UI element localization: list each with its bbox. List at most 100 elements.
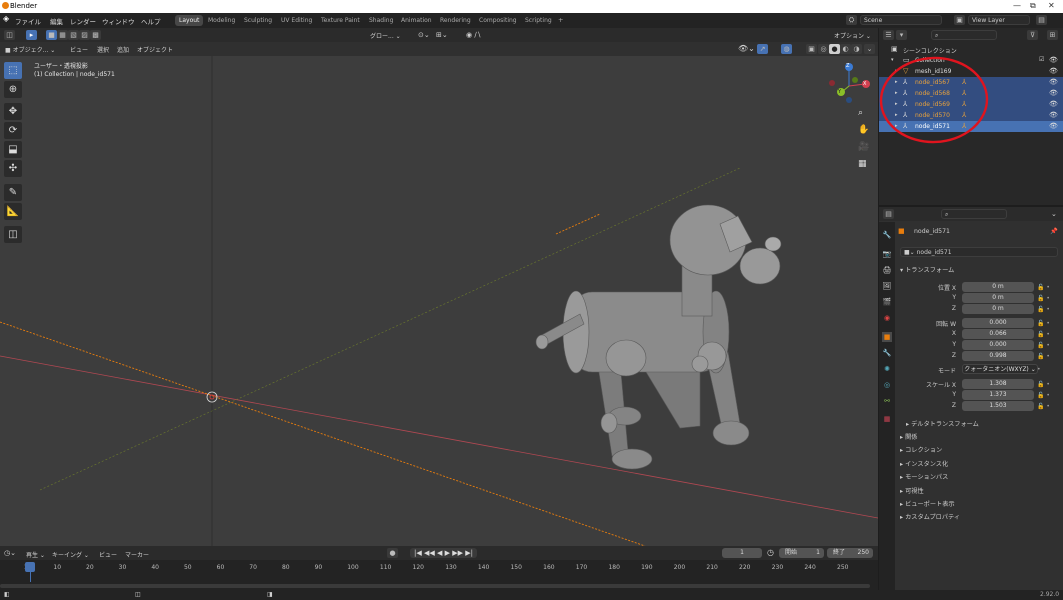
select-invert-icon[interactable]: ▨	[79, 30, 90, 40]
properties-section-header[interactable]: ▸ 関係	[900, 432, 917, 441]
scale-y-field[interactable]: 1.373	[962, 390, 1034, 400]
transform-section-header[interactable]: ▾ トランスフォーム	[900, 265, 954, 274]
visibility-icon[interactable]: 👁⌄	[738, 44, 755, 53]
playhead[interactable]	[25, 562, 35, 572]
solid-shading-icon[interactable]: ●	[829, 44, 840, 54]
close-button[interactable]: ✕	[1048, 1, 1055, 10]
visibility-eye-icon[interactable]: 👁	[1049, 111, 1058, 119]
options-dropdown[interactable]: オプション ⌄	[834, 31, 871, 40]
timeline-menu-playback[interactable]: 再生 ⌄	[26, 550, 45, 559]
rotation-x-field[interactable]: 0.066	[962, 329, 1034, 339]
zoom-icon[interactable]: ⌕	[858, 108, 863, 118]
camera-icon[interactable]: 🎥	[858, 142, 869, 152]
visibility-eye-icon[interactable]: 👁	[1049, 78, 1058, 86]
minimize-button[interactable]: —	[1013, 1, 1021, 10]
workspace-tab-scripting[interactable]: Scripting	[521, 15, 556, 26]
visibility-eye-icon[interactable]: 👁	[1049, 56, 1058, 64]
scene-field[interactable]: Scene	[860, 15, 942, 25]
properties-section-header[interactable]: ▸ カスタムプロパティ	[900, 512, 960, 521]
rotation-w-field[interactable]: 0.000	[962, 318, 1034, 328]
timeline-menu-view[interactable]: ビュー	[99, 550, 117, 559]
scale-x-field[interactable]: 1.308	[962, 379, 1034, 389]
pin-icon[interactable]: 📌	[1050, 227, 1058, 235]
new-collection-icon[interactable]: ⊞	[1047, 30, 1058, 40]
properties-editor-type-icon[interactable]: ▤	[883, 209, 894, 219]
overlay-toggle-icon[interactable]: ◍	[781, 44, 792, 54]
view-layer-browse-icon[interactable]: ▤	[1036, 15, 1047, 25]
3d-viewport[interactable]: Z X Y ⌕ ✋ 🎥 ▦ ユーザー・透視投影 (1) Collection |…	[0, 56, 878, 546]
view-layer-field[interactable]: View Layer	[968, 15, 1030, 25]
snap-icon[interactable]: ⊞⌄	[436, 31, 448, 39]
viewport-menu-object[interactable]: オブジェクト	[137, 45, 173, 54]
pan-hand-icon[interactable]: ✋	[858, 125, 869, 135]
annotate-icon[interactable]: ✎	[4, 184, 22, 201]
properties-section-header[interactable]: ▸ ビューポート表示	[900, 499, 955, 508]
workspace-tab-rendering[interactable]: Rendering	[436, 15, 475, 26]
location-y-field[interactable]: 0 m	[962, 293, 1034, 303]
rotation-mode-dropdown[interactable]: クォータニオン(WXYZ) ⌄	[962, 364, 1038, 374]
properties-section-header[interactable]: ▸ モーションパス	[900, 472, 948, 481]
add-cube-icon[interactable]: ◫	[4, 226, 22, 243]
select-mode-icon[interactable]: ▸	[26, 30, 37, 40]
add-workspace-button[interactable]: +	[558, 16, 563, 24]
select-box-icon[interactable]: ⬚	[4, 62, 22, 79]
timeline-menu-keying[interactable]: キーイング ⌄	[52, 550, 89, 559]
restore-button[interactable]: ⧉	[1030, 1, 1036, 11]
menu-render[interactable]: レンダー	[70, 16, 96, 26]
wireframe-shading-icon[interactable]: ◎	[818, 44, 829, 54]
current-frame-field[interactable]: 1	[722, 548, 762, 558]
location-z-field[interactable]: 0 m	[962, 304, 1034, 314]
blender-menu-icon[interactable]: ◈	[3, 14, 9, 23]
viewport-menu-select[interactable]: 選択	[97, 45, 109, 54]
workspace-tab-shading[interactable]: Shading	[365, 15, 397, 26]
rotate-icon[interactable]: ⟳	[4, 122, 22, 139]
editor-type-icon[interactable]: ◫	[4, 30, 15, 40]
workspace-tab-sculpting[interactable]: Sculpting	[240, 15, 276, 26]
start-frame-field[interactable]: 開始 1	[779, 548, 824, 558]
pivot-icon[interactable]: ⊙⌄	[418, 31, 430, 39]
visibility-eye-icon[interactable]: 👁	[1049, 122, 1058, 130]
tool-tab-icon[interactable]: 🔧	[882, 230, 892, 240]
outliner-display-mode-icon[interactable]: ▾	[896, 30, 907, 40]
properties-search-input[interactable]: ⌕	[941, 209, 1007, 219]
viewport-menu-add[interactable]: 追加	[117, 45, 129, 54]
delta-transform-section[interactable]: ▸ デルタトランスフォーム	[906, 419, 979, 428]
end-frame-field[interactable]: 終了 250	[827, 548, 873, 558]
workspace-tab-uv-editing[interactable]: UV Editing	[277, 15, 316, 26]
workspace-tab-layout[interactable]: Layout	[175, 15, 204, 26]
properties-options-icon[interactable]: ⌄	[1051, 210, 1057, 218]
exclude-checkbox[interactable]: ☑	[1039, 56, 1044, 63]
location-x-field[interactable]: 0 m	[962, 282, 1034, 292]
viewport-menu-view[interactable]: ビュー	[70, 45, 88, 54]
select-intersect-icon[interactable]: ▩	[90, 30, 101, 40]
scale-icon[interactable]: ⬓	[4, 141, 22, 158]
object-mode-dropdown[interactable]: ■ オブジェク... ⌄	[5, 45, 55, 54]
clock-icon[interactable]: ◷	[767, 548, 774, 557]
workspace-tab-texture-paint[interactable]: Texture Paint	[317, 15, 364, 26]
view-layer-icon[interactable]: ▣	[954, 15, 965, 25]
workspace-tab-animation[interactable]: Animation	[397, 15, 436, 26]
timeline-scrollbar[interactable]	[0, 584, 870, 588]
workspace-tab-modeling[interactable]: Modeling	[204, 15, 239, 26]
timeline-menu-marker[interactable]: マーカー	[125, 550, 149, 559]
material-shading-icon[interactable]: ◐	[840, 44, 851, 54]
transform-orientation-dropdown[interactable]: グロー... ⌄	[370, 31, 401, 40]
visibility-eye-icon[interactable]: 👁	[1049, 89, 1058, 97]
menu-file[interactable]: ファイル	[15, 16, 41, 26]
transform-icon[interactable]: ✣	[4, 160, 22, 177]
outliner-editor-type-icon[interactable]: ☰	[883, 30, 894, 40]
outliner-search-input[interactable]: ⌕	[931, 30, 997, 40]
object-name-field[interactable]: ■⌄ node_id571	[900, 247, 1058, 257]
properties-section-header[interactable]: ▸ コレクション	[900, 445, 942, 454]
workspace-tab-compositing[interactable]: Compositing	[475, 15, 521, 26]
move-icon[interactable]: ✥	[4, 103, 22, 120]
menu-edit[interactable]: 編集	[50, 16, 63, 26]
visibility-eye-icon[interactable]: 👁	[1049, 67, 1058, 75]
select-extend-icon[interactable]: ▦	[57, 30, 68, 40]
properties-section-header[interactable]: ▸ 可視性	[900, 486, 924, 495]
menu-help[interactable]: ヘルプ	[141, 16, 161, 26]
record-icon[interactable]: ●	[387, 548, 398, 558]
gizmo-toggle-icon[interactable]: ↗	[757, 44, 768, 54]
scale-z-field[interactable]: 1.503	[962, 401, 1034, 411]
proportional-edit-icon[interactable]: ◉ ∕∖	[466, 31, 481, 39]
